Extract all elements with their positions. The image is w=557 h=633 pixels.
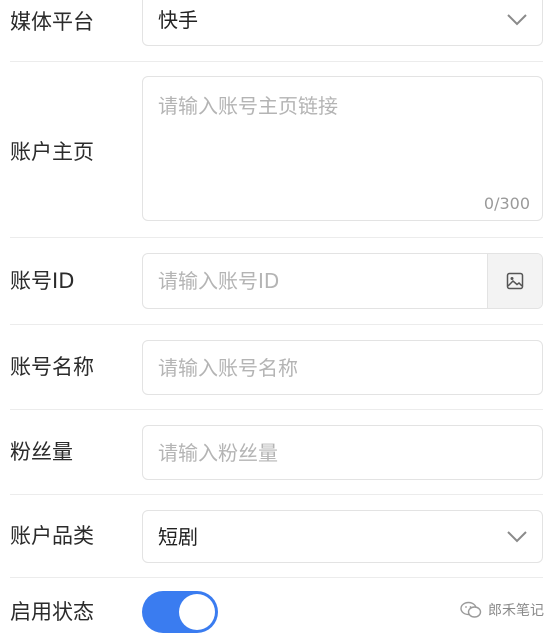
divider: [10, 61, 543, 62]
wechat-icon: [460, 601, 482, 618]
homepage-placeholder: 请输入账号主页链接: [158, 94, 338, 118]
chevron-down-icon: [507, 14, 527, 26]
followers-input[interactable]: 请输入粉丝量: [142, 425, 543, 480]
watermark: 郎禾笔记: [460, 600, 544, 620]
divider: [10, 409, 543, 410]
account-name-input[interactable]: 请输入账号名称: [142, 340, 543, 395]
status-label: 启用状态: [10, 600, 94, 624]
platform-label: 媒体平台: [10, 10, 94, 34]
divider: [10, 577, 543, 578]
account-id-label: 账号ID: [10, 269, 75, 293]
status-toggle[interactable]: [142, 591, 218, 633]
account-name-label: 账号名称: [10, 355, 94, 379]
divider: [10, 494, 543, 495]
account-name-placeholder: 请输入账号名称: [158, 355, 298, 380]
account-id-input[interactable]: 请输入账号ID: [142, 253, 543, 309]
category-label: 账户品类: [10, 524, 94, 548]
platform-value: 快手: [158, 8, 198, 32]
image-upload-button[interactable]: [487, 254, 542, 308]
divider: [10, 324, 543, 325]
chevron-down-icon: [507, 530, 527, 542]
watermark-text: 郎禾笔记: [488, 603, 544, 619]
homepage-label: 账户主页: [10, 140, 94, 164]
platform-select[interactable]: 快手: [142, 0, 543, 46]
toggle-knob: [179, 594, 215, 630]
divider: [10, 237, 543, 238]
followers-label: 粉丝量: [10, 440, 73, 464]
category-select[interactable]: 短剧: [142, 510, 543, 563]
image-icon: [506, 272, 524, 290]
character-counter: 0/300: [483, 194, 530, 213]
followers-placeholder: 请输入粉丝量: [158, 440, 278, 465]
homepage-textarea[interactable]: 请输入账号主页链接 0/300: [142, 76, 543, 221]
category-value: 短剧: [158, 524, 198, 549]
account-id-placeholder: 请输入账号ID: [158, 269, 280, 293]
